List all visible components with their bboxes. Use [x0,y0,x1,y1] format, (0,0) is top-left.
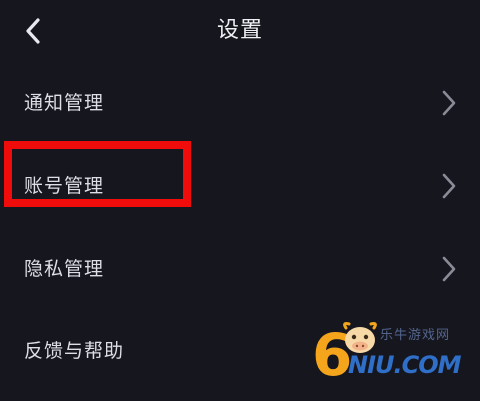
menu-item-label: 通知管理 [24,92,105,114]
menu-item-notifications[interactable]: 通知管理 [0,62,480,144]
menu-item-label: 反馈与帮助 [24,340,125,362]
menu-item-privacy[interactable]: 隐私管理 [0,228,480,310]
settings-screen: 设置 通知管理 账号管理 隐私管理 反馈与帮助 6 乐牛游戏网 NIU.COM [0,0,480,401]
watermark-domain: NIU.COM [348,351,462,379]
chevron-right-icon [442,256,456,282]
top-bar: 设置 [0,0,480,64]
chevron-right-icon [442,173,456,199]
watermark-site-name: 乐牛游戏网 [380,328,451,343]
page-title: 设置 [216,18,263,43]
menu-item-label: 隐私管理 [24,258,105,280]
chevron-right-icon [442,90,456,116]
highlight-annotation-box [4,141,191,207]
site-watermark: 6 乐牛游戏网 NIU.COM [312,320,472,390]
